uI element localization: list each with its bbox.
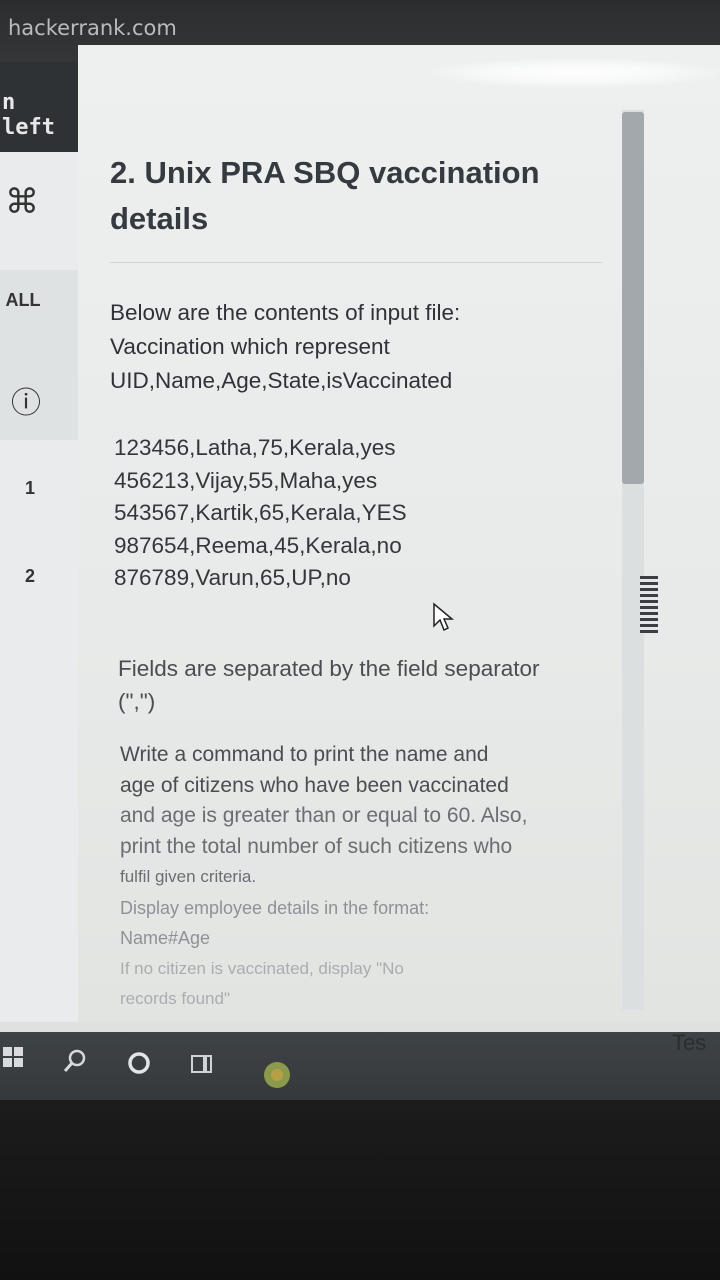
question-title: 2. Unix PRA SBQ vaccination details [110,155,540,236]
windows-start-icon[interactable] [2,1046,24,1068]
task-line: Display employee details in the format: [120,897,430,918]
photographed-screen: hackerrank.com n left ⌘ ALL ⓘ 1 2 2. Uni… [0,0,720,1280]
windows-taskbar [0,1032,720,1107]
record-line: 456213,Vijay,55,Maha,yes [114,467,378,493]
task-line: age of citizens who have been vaccinated [120,773,509,797]
test-tab-label[interactable]: Tes [672,1030,706,1056]
command-icon[interactable]: ⌘ [2,182,42,222]
task-line: If no citizen is vaccinated, display "No [120,958,404,978]
record-line: 123456,Latha,75,Kerala,yes [114,435,396,460]
sidebar-item-all[interactable]: ALL [0,290,46,311]
sidebar-item-question-2[interactable]: 2 [10,566,50,587]
mouse-pointer-icon [433,602,455,632]
intro-text: Below are the contents of input file: Va… [110,296,580,398]
separator-line: (",") [118,689,156,714]
record-line: 543567,Kartik,65,Kerala,YES [114,500,407,525]
time-left-label: n left [2,90,55,140]
intro-line: Below are the contents of input file: [110,300,461,325]
intro-line: Vaccination which represent [110,334,390,359]
scrollbar-thumb[interactable] [622,112,644,484]
question-header: 2. Unix PRA SBQ vaccination details [110,150,620,242]
screen-glare [430,58,720,88]
record-line: 987654,Reema,45,Kerala,no [114,532,402,558]
task-line: Write a command to print the name and [120,743,489,766]
task-line: fulfil given criteria. [120,867,257,886]
search-icon[interactable] [62,1048,88,1074]
chrome-icon[interactable] [262,1060,292,1090]
title-divider [110,262,602,263]
task-line: and age is greater than or equal to 60. … [120,804,528,827]
monitor-bezel [0,1100,720,1280]
task-text: Write a command to print the name and ag… [120,740,590,1015]
task-line: Name#Age [120,928,211,948]
separator-line: Fields are separated by the field separa… [118,656,540,681]
cortana-icon[interactable] [126,1050,152,1076]
url-text[interactable]: hackerrank.com [8,16,177,40]
resize-grip-icon[interactable] [640,576,658,634]
record-line: 876789,Varun,65,UP,no [114,565,351,590]
task-line: print the total number of such citizens … [120,834,513,858]
intro-line: UID,Name,Age,State,isVaccinated [110,368,453,393]
sidebar-item-question-1[interactable]: 1 [10,478,50,499]
task-view-icon[interactable] [190,1052,214,1076]
info-icon[interactable]: ⓘ [8,378,44,422]
time-left-indicator: n left [0,62,78,152]
task-line: records found" [120,989,230,1008]
input-records: 123456,Latha,75,Kerala,yes 456213,Vijay,… [114,432,407,595]
separator-text: Fields are separated by the field separa… [118,652,598,718]
